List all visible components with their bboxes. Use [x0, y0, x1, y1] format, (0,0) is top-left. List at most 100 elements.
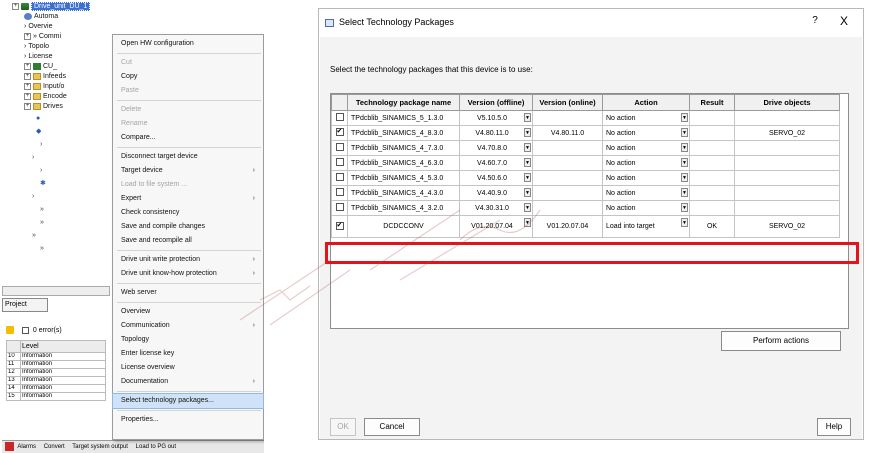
- menu-item[interactable]: Target device ›: [113, 164, 263, 178]
- expand-icon[interactable]: +: [24, 92, 31, 100]
- tree-item[interactable]: › License: [24, 52, 52, 62]
- table-row[interactable]: TPdcblib_SINAMICS_4_5.3.0 V4.50.6.0 ▼ No ac…: [331, 170, 840, 186]
- table-row[interactable]: TPdcblib_SINAMICS_4_4.3.0 V4.40.9.0 ▼ No ac…: [331, 185, 840, 201]
- menu-item[interactable]: Overview: [113, 305, 263, 319]
- menu-item[interactable]: Documentation ›: [113, 375, 263, 389]
- expand-icon[interactable]: +: [24, 62, 31, 70]
- package-checkbox[interactable]: [335, 127, 344, 136]
- table-row[interactable]: TPdcblib_SINAMICS_5_1.3.0 V5.10.5.0 ▼ No ac…: [331, 110, 840, 126]
- version-offline-select[interactable]: V4.70.8.0 ▼: [459, 140, 533, 156]
- action-select[interactable]: No action ▼: [602, 170, 690, 186]
- dropdown-arrow-icon[interactable]: ▼: [681, 188, 688, 197]
- table-row[interactable]: 11 Information: [6, 360, 106, 369]
- menu-item[interactable]: Compare...: [113, 131, 263, 145]
- version-offline-select[interactable]: V4.80.11.0 ▼: [459, 125, 533, 141]
- expand-icon[interactable]: +: [12, 2, 19, 10]
- menu-item[interactable]: Save and compile changes: [113, 220, 263, 234]
- table-row[interactable]: 13 Information: [6, 376, 106, 385]
- menu-item[interactable]: Web server: [113, 286, 263, 300]
- action-select[interactable]: No action ▼: [602, 185, 690, 201]
- menu-item[interactable]: Open HW configuration: [113, 37, 263, 51]
- dropdown-arrow-icon[interactable]: ▼: [524, 218, 531, 227]
- package-checkbox[interactable]: [335, 221, 344, 230]
- tree-subitem[interactable]: »: [32, 231, 36, 241]
- tree-item[interactable]: › Overvie: [24, 22, 52, 32]
- menu-item[interactable]: Check consistency: [113, 206, 263, 220]
- menu-item[interactable]: License overview: [113, 361, 263, 375]
- package-checkbox[interactable]: [335, 173, 344, 181]
- tree-item[interactable]: + Infeeds: [24, 72, 66, 82]
- dropdown-arrow-icon[interactable]: ▼: [681, 143, 688, 152]
- close-button[interactable]: X: [837, 14, 851, 28]
- package-checkbox[interactable]: [335, 188, 344, 196]
- menu-item[interactable]: Drive unit know-how protection ›: [113, 267, 263, 281]
- version-offline-select[interactable]: V4.50.6.0 ▼: [459, 170, 533, 186]
- tree-item[interactable]: +» Commi: [24, 32, 61, 42]
- menu-item[interactable]: Enter license key: [113, 347, 263, 361]
- menu-item[interactable]: Communication ›: [113, 319, 263, 333]
- version-offline-select[interactable]: V4.60.7.0 ▼: [459, 155, 533, 171]
- tree-item[interactable]: › Topolo: [24, 42, 49, 52]
- dropdown-arrow-icon[interactable]: ▼: [524, 203, 531, 212]
- table-row[interactable]: 15 Information: [6, 392, 106, 401]
- column-header[interactable]: Technology package name: [347, 94, 460, 111]
- dropdown-arrow-icon[interactable]: ▼: [524, 158, 531, 167]
- tab-convert[interactable]: Convert: [44, 444, 65, 450]
- tree-subitem[interactable]: ●: [36, 114, 40, 124]
- action-select[interactable]: No action ▼: [602, 140, 690, 156]
- tab-alarms[interactable]: Alarms: [17, 444, 36, 450]
- table-row[interactable]: 10 Information: [6, 352, 106, 361]
- table-row[interactable]: TPdcblib_SINAMICS_4_3.2.0 V4.30.31.0 ▼ No a…: [331, 200, 840, 216]
- dropdown-arrow-icon[interactable]: ▼: [681, 218, 688, 227]
- table-row[interactable]: DCDCCONVV01.20.07.04▼V01.20.07.04Load in…: [331, 215, 840, 238]
- column-header[interactable]: Result: [689, 94, 735, 111]
- dropdown-arrow-icon[interactable]: ▼: [681, 158, 688, 167]
- tree-item[interactable]: + Drive_unit_DU_1: [12, 2, 91, 12]
- menu-item[interactable]: Save and recompile all: [113, 234, 263, 248]
- menu-item[interactable]: Properties...: [113, 413, 263, 427]
- version-offline-select[interactable]: V4.40.9.0 ▼: [459, 185, 533, 201]
- tree-subitem[interactable]: »: [40, 218, 44, 228]
- tree-item[interactable]: + CU_: [24, 62, 57, 72]
- package-checkbox[interactable]: [335, 158, 344, 166]
- column-header[interactable]: Version (online): [532, 94, 603, 111]
- menu-item[interactable]: Select technology packages...: [112, 393, 264, 409]
- tab-target-system-output[interactable]: Target system output: [72, 444, 128, 450]
- tree-subitem[interactable]: ›: [32, 153, 34, 163]
- package-checkbox[interactable]: [335, 113, 344, 121]
- action-select[interactable]: No action ▼: [602, 110, 690, 126]
- expand-icon[interactable]: +: [24, 82, 31, 90]
- perform-actions-button[interactable]: Perform actions: [721, 331, 841, 351]
- table-row[interactable]: 12 Information: [6, 368, 106, 377]
- dropdown-arrow-icon[interactable]: ▼: [524, 128, 531, 137]
- menu-item[interactable]: Copy: [113, 70, 263, 84]
- expand-icon[interactable]: +: [24, 72, 31, 80]
- dropdown-arrow-icon[interactable]: ▼: [524, 143, 531, 152]
- dropdown-arrow-icon[interactable]: ▼: [681, 173, 688, 182]
- menu-item[interactable]: Topology: [113, 333, 263, 347]
- dropdown-arrow-icon[interactable]: ▼: [524, 188, 531, 197]
- table-row[interactable]: TPdcblib_SINAMICS_4_7.3.0 V4.70.8.0 ▼ No ac…: [331, 140, 840, 156]
- table-row[interactable]: 14 Information: [6, 384, 106, 393]
- tree-subitem[interactable]: ›: [32, 192, 34, 202]
- cancel-button[interactable]: Cancel: [364, 418, 420, 436]
- dropdown-arrow-icon[interactable]: ▼: [681, 203, 688, 212]
- action-select[interactable]: No action ▼: [602, 200, 690, 216]
- version-offline-select[interactable]: V4.30.31.0 ▼: [459, 200, 533, 216]
- column-header[interactable]: Drive objects: [734, 94, 840, 111]
- tree-subitem[interactable]: »: [40, 205, 44, 215]
- ok-button[interactable]: OK: [330, 418, 356, 436]
- dropdown-arrow-icon[interactable]: ▼: [681, 113, 688, 122]
- version-offline-select[interactable]: V01.20.07.04 ▼: [459, 215, 533, 238]
- version-offline-select[interactable]: V5.10.5.0 ▼: [459, 110, 533, 126]
- title-help-button[interactable]: ?: [809, 15, 821, 26]
- error-filter-checkbox[interactable]: [21, 326, 29, 334]
- menu-item[interactable]: Expert ›: [113, 192, 263, 206]
- package-checkbox[interactable]: [335, 203, 344, 211]
- table-row[interactable]: TPdcblib_SINAMICS_4_8.3.0V4.80.11.0▼V4.8…: [331, 125, 840, 141]
- column-header[interactable]: Action: [602, 94, 690, 111]
- package-checkbox[interactable]: [335, 143, 344, 151]
- tree-subitem[interactable]: »: [40, 244, 44, 254]
- menu-item[interactable]: Disconnect target device: [113, 150, 263, 164]
- help-icon[interactable]: [6, 326, 14, 334]
